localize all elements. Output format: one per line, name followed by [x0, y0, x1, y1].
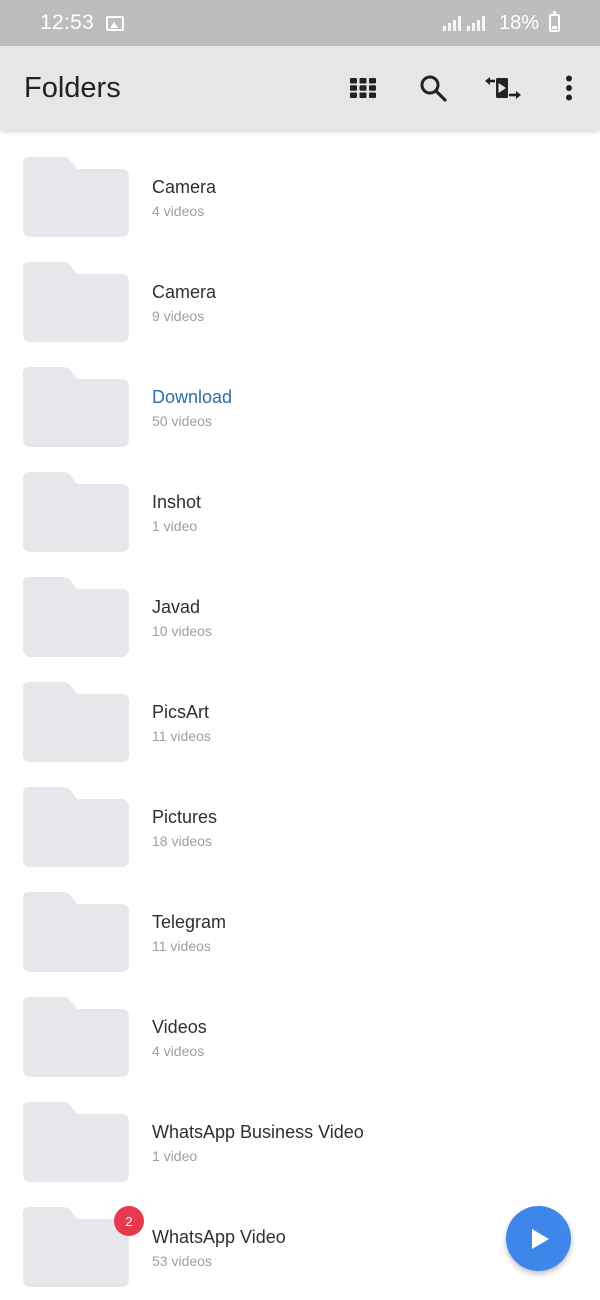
- folder-name: Camera: [152, 177, 217, 197]
- status-icons: 18%: [442, 11, 560, 35]
- app-bar: Folders: [0, 46, 600, 130]
- folder-text: Inshot 1 video: [152, 491, 201, 534]
- folder-video-count: 50 videos: [152, 413, 212, 429]
- swap-media-button[interactable]: [468, 46, 538, 130]
- folder-icon: [23, 892, 129, 972]
- folder-icon: [23, 1102, 129, 1182]
- folder-text: WhatsApp Business Video 1 video: [152, 1121, 364, 1164]
- status-bar: 12:53 18%: [0, 0, 600, 46]
- folder-video-count: 53 videos: [152, 1253, 212, 1269]
- folder-video-count: 11 videos: [152, 728, 211, 744]
- folder-icon: [23, 787, 129, 867]
- folder-icon: [23, 157, 129, 237]
- folder-video-count: 10 videos: [152, 623, 212, 639]
- status-time: 12:53: [40, 11, 95, 34]
- folder-row[interactable]: Camera 4 videos: [0, 130, 600, 237]
- folder-row[interactable]: Pictures 18 videos: [0, 760, 600, 867]
- grid-view-button[interactable]: [328, 46, 398, 130]
- folder-icon: [23, 577, 129, 657]
- folder-name: Download: [152, 387, 233, 407]
- folder-video-count: 4 videos: [152, 203, 205, 219]
- folder-text: Pictures 18 videos: [152, 806, 217, 849]
- folder-name: Javad: [152, 597, 201, 617]
- more-vert-icon: [566, 75, 572, 101]
- folder-row[interactable]: PicsArt 11 videos: [0, 655, 600, 762]
- folder-row[interactable]: Videos 4 videos: [0, 970, 600, 1077]
- folder-video-count: 1 video: [152, 518, 198, 534]
- folder-icon: [23, 682, 129, 762]
- folder-text: WhatsApp Video 53 videos: [152, 1226, 286, 1269]
- folder-name: Videos: [152, 1017, 207, 1037]
- folder-text: PicsArt 11 videos: [152, 701, 211, 744]
- gallery-icon: [106, 15, 125, 31]
- page-title: Folders: [24, 71, 121, 104]
- folder-text: Videos 4 videos: [152, 1016, 207, 1059]
- folder-video-count: 18 videos: [152, 833, 212, 849]
- folder-text: Javad 10 videos: [152, 596, 212, 639]
- more-options-button[interactable]: [538, 46, 600, 130]
- search-icon: [420, 75, 447, 102]
- search-button[interactable]: [398, 46, 468, 130]
- folder-row[interactable]: Javad 10 videos: [0, 550, 600, 657]
- folder-row[interactable]: WhatsApp Business Video 1 video: [0, 1075, 600, 1182]
- folder-name: Camera: [152, 282, 217, 302]
- folder-text: Telegram 11 videos: [152, 911, 226, 954]
- folder-video-count: 1 video: [152, 1148, 198, 1164]
- grid-view-icon: [350, 78, 376, 98]
- folder-icon: [23, 262, 129, 342]
- signal-icon: [466, 15, 485, 31]
- folder-icon: [23, 472, 129, 552]
- folder-name: Inshot: [152, 492, 202, 512]
- folder-text: Camera 9 videos: [152, 281, 216, 324]
- folder-name: WhatsApp Video: [152, 1227, 286, 1247]
- swap-media-icon: [485, 77, 521, 99]
- folder-video-count: 11 videos: [152, 938, 211, 954]
- folder-text: Camera 4 videos: [152, 176, 216, 219]
- folder-row[interactable]: Download 50 videos: [0, 340, 600, 447]
- folder-video-count: 4 videos: [152, 1043, 205, 1059]
- folder-video-count: 9 videos: [152, 308, 205, 324]
- folder-name: PicsArt: [152, 702, 210, 722]
- folder-icon: [23, 367, 129, 447]
- folder-row[interactable]: Telegram 11 videos: [0, 865, 600, 972]
- folder-name: Pictures: [152, 807, 218, 827]
- app-bar-actions: [328, 46, 600, 130]
- battery-percent: 18%: [498, 11, 539, 34]
- battery-icon: [549, 11, 560, 32]
- folder-text: Download 50 videos: [152, 386, 232, 429]
- play-icon: [531, 1228, 549, 1249]
- folder-name: WhatsApp Business Video: [152, 1122, 364, 1142]
- new-video-badge: 2: [114, 1206, 144, 1236]
- folder-icon: [23, 997, 129, 1077]
- signal-icon: [442, 15, 461, 31]
- folder-row[interactable]: Inshot 1 video: [0, 445, 600, 552]
- folder-row[interactable]: Camera 9 videos: [0, 235, 600, 342]
- folder-name: Telegram: [152, 912, 227, 932]
- play-button[interactable]: [506, 1206, 571, 1271]
